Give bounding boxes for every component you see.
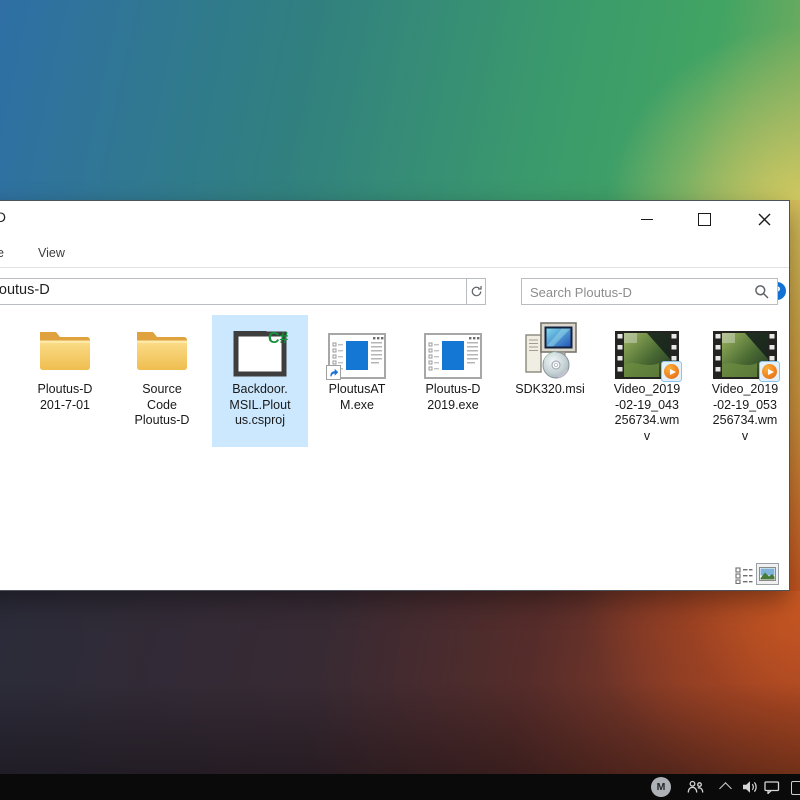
file-label: Source Code Ploutus-D: [135, 382, 190, 429]
menu-view[interactable]: View: [38, 246, 65, 260]
large-icons-view-icon: [759, 567, 776, 581]
close-button[interactable]: [749, 205, 779, 233]
volume-icon[interactable]: [742, 780, 759, 794]
minimize-icon: [641, 219, 653, 220]
file-item-ploutus-d-2019-exe[interactable]: Ploutus-D 2019.exe: [405, 315, 501, 413]
minimize-button[interactable]: [632, 205, 662, 233]
title-bar: Ploutus-D: [0, 201, 789, 238]
maximize-button[interactable]: [689, 205, 719, 233]
wallpaper-top: [0, 0, 800, 201]
application-icon: [328, 315, 386, 379]
video-icon: [713, 315, 777, 379]
file-item-ploutus-d-201-7-01[interactable]: Ploutus-D 201-7-01: [17, 315, 113, 413]
people-icon[interactable]: [687, 780, 704, 794]
chevron-up-icon[interactable]: [719, 782, 732, 795]
file-item-video-2019-02-19-053256734-wmv[interactable]: Video_2019 -02-19_053 256734.wm v: [697, 315, 793, 444]
window-title: Ploutus-D: [0, 209, 6, 225]
address-bar[interactable]: [0, 278, 467, 305]
desktop: Ploutus-D Share View ? Ploutus-D: [0, 0, 800, 800]
search-input[interactable]: [528, 281, 742, 303]
search-icon: [754, 284, 770, 300]
menu-share[interactable]: Share: [0, 246, 4, 260]
play-overlay-icon: [661, 361, 682, 382]
ribbon-menu: Share View ?: [0, 238, 789, 268]
file-label: Ploutus-D 2019.exe: [426, 382, 481, 413]
user-avatar[interactable]: M: [651, 777, 671, 797]
file-item-video-2019-02-19-043256734-wmv[interactable]: Video_2019 -02-19_043 256734.wm v: [599, 315, 695, 444]
file-label: SDK320.msi: [515, 382, 584, 398]
folder-icon: [37, 315, 93, 379]
video-icon: [615, 315, 679, 379]
file-item-sdk320-msi[interactable]: SDK320.msi: [502, 315, 598, 398]
details-view-button[interactable]: [734, 565, 754, 585]
close-icon: [758, 213, 771, 226]
cut-off-tray-icon[interactable]: [791, 781, 800, 795]
svg-text:C#: C#: [268, 330, 288, 347]
application-icon: [424, 315, 482, 379]
file-label: PloutusAT M.exe: [329, 382, 386, 413]
large-icons-view-button[interactable]: [756, 563, 779, 585]
search-box: [521, 278, 778, 305]
file-item-ploutusatm-exe[interactable]: PloutusAT M.exe: [309, 315, 405, 413]
taskbar: M: [0, 774, 800, 800]
file-label: Ploutus-D 201-7-01: [38, 382, 93, 413]
details-view-icon: [735, 566, 753, 584]
file-item-source-code-ploutus-d[interactable]: Source Code Ploutus-D: [114, 315, 210, 429]
csharp-project-icon: C#: [232, 315, 288, 379]
play-overlay-icon: [759, 361, 780, 382]
chat-icon[interactable]: [764, 781, 780, 794]
installer-icon: [520, 315, 580, 379]
address-path: Ploutus-D: [0, 282, 50, 298]
file-item-backdoor-msil-ploutus-csproj[interactable]: C# Backdoor. MSIL.Plout us.csproj: [212, 315, 308, 447]
refresh-icon: [470, 285, 483, 298]
explorer-window: Ploutus-D Share View ? Ploutus-D: [0, 200, 790, 591]
menubar-divider: [0, 267, 789, 268]
folder-icon: [134, 315, 190, 379]
file-label: Backdoor. MSIL.Plout us.csproj: [229, 382, 290, 429]
maximize-icon: [698, 213, 711, 226]
file-label: Video_2019 -02-19_043 256734.wm v: [614, 382, 681, 444]
shortcut-arrow-icon: [326, 365, 341, 380]
wallpaper-bottom: [0, 591, 800, 775]
file-label: Video_2019 -02-19_053 256734.wm v: [712, 382, 779, 444]
refresh-button[interactable]: [466, 278, 486, 305]
